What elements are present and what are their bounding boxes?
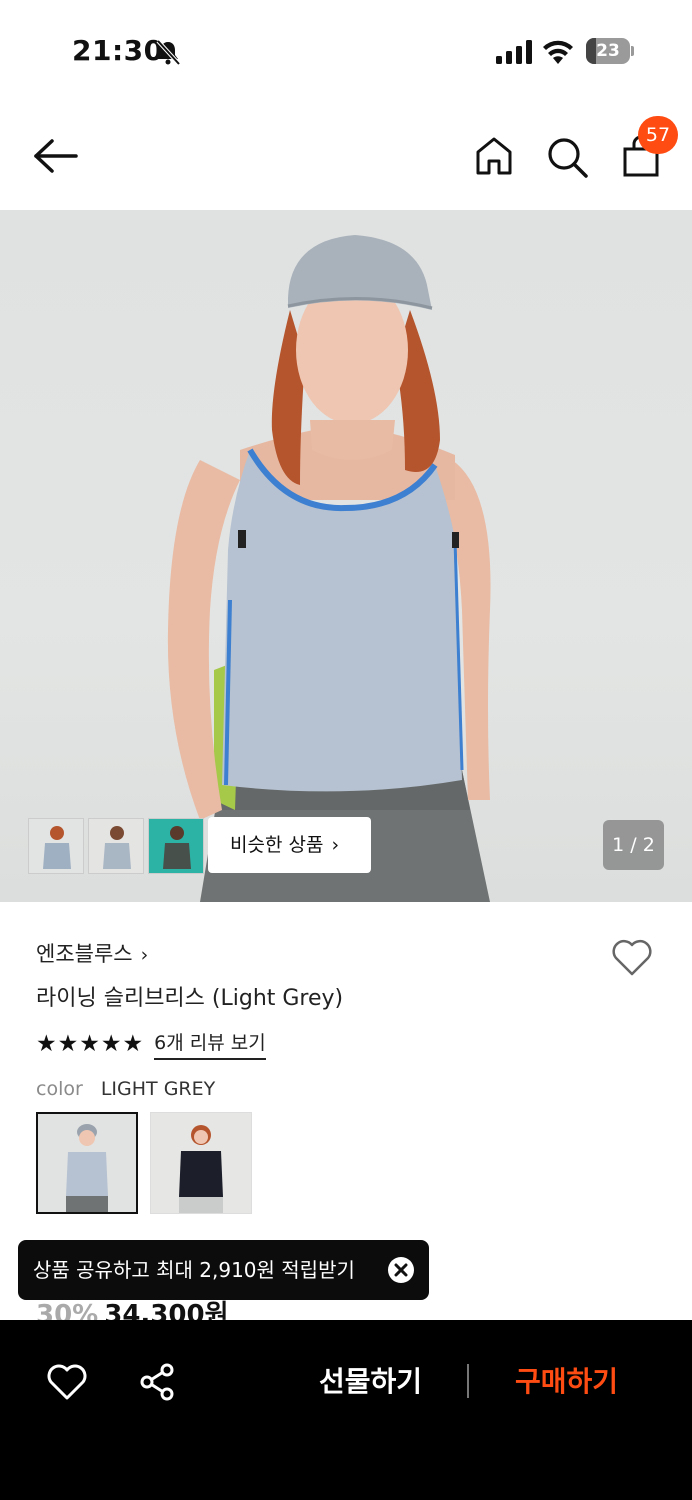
- share-icon[interactable]: [138, 1362, 176, 1402]
- color-options: [36, 1112, 252, 1214]
- thumbnail-strip: [28, 818, 204, 874]
- top-navigation: 57: [0, 100, 692, 210]
- star-rating: ★★★★★: [36, 1031, 145, 1057]
- color-option-black[interactable]: [150, 1112, 252, 1214]
- similar-products-label: 비슷한 상품: [230, 834, 324, 856]
- signal-icon: [496, 40, 532, 64]
- thumbnail-1[interactable]: [28, 818, 84, 874]
- status-time: 21:30: [72, 34, 164, 67]
- product-name: 라이닝 슬리브리스 (Light Grey): [36, 986, 344, 1011]
- brand-link[interactable]: 엔조블루스 ›: [36, 938, 148, 968]
- wifi-icon: [543, 40, 573, 64]
- product-image-carousel[interactable]: 비슷한 상품 › 1 / 2: [0, 210, 692, 902]
- chevron-right-icon: ›: [331, 834, 340, 856]
- back-arrow-icon[interactable]: [30, 134, 80, 178]
- thumbnail-3[interactable]: [148, 818, 204, 874]
- tooltip-text: 상품 공유하고 최대 2,910원 적립받기: [33, 1258, 355, 1282]
- cart-count-badge: 57: [638, 116, 678, 154]
- color-value: LIGHT GREY: [100, 1078, 216, 1100]
- reviews-link[interactable]: 6개 리뷰 보기: [154, 1028, 266, 1060]
- close-icon[interactable]: [388, 1257, 414, 1283]
- buy-button[interactable]: 구매하기: [494, 1360, 639, 1404]
- bottom-action-bar: 선물하기 구매하기: [0, 1320, 692, 1500]
- product-photo: [167, 235, 491, 902]
- similar-products-button[interactable]: 비슷한 상품 ›: [208, 817, 371, 873]
- share-reward-tooltip[interactable]: 상품 공유하고 최대 2,910원 적립받기: [18, 1240, 429, 1300]
- rating-row: ★★★★★ 6개 리뷰 보기: [36, 1028, 266, 1060]
- heart-icon[interactable]: [610, 936, 654, 978]
- divider: [467, 1364, 469, 1398]
- bell-off-icon: [156, 39, 181, 66]
- color-option-light-grey[interactable]: [36, 1112, 138, 1214]
- chevron-right-icon: ›: [140, 944, 149, 966]
- color-label: color: [36, 1078, 83, 1100]
- thumbnail-2[interactable]: [88, 818, 144, 874]
- page-indicator: 1 / 2: [603, 820, 664, 870]
- battery-percent: 23: [596, 41, 620, 61]
- search-icon[interactable]: [544, 134, 590, 180]
- gift-button[interactable]: 선물하기: [298, 1360, 443, 1404]
- status-bar: 21:30 23: [0, 0, 692, 100]
- heart-icon[interactable]: [46, 1362, 88, 1402]
- home-icon[interactable]: [472, 134, 516, 178]
- color-row: color LIGHT GREY: [36, 1078, 215, 1100]
- brand-name: 엔조블루스: [36, 942, 133, 966]
- battery-icon: 23: [586, 38, 634, 64]
